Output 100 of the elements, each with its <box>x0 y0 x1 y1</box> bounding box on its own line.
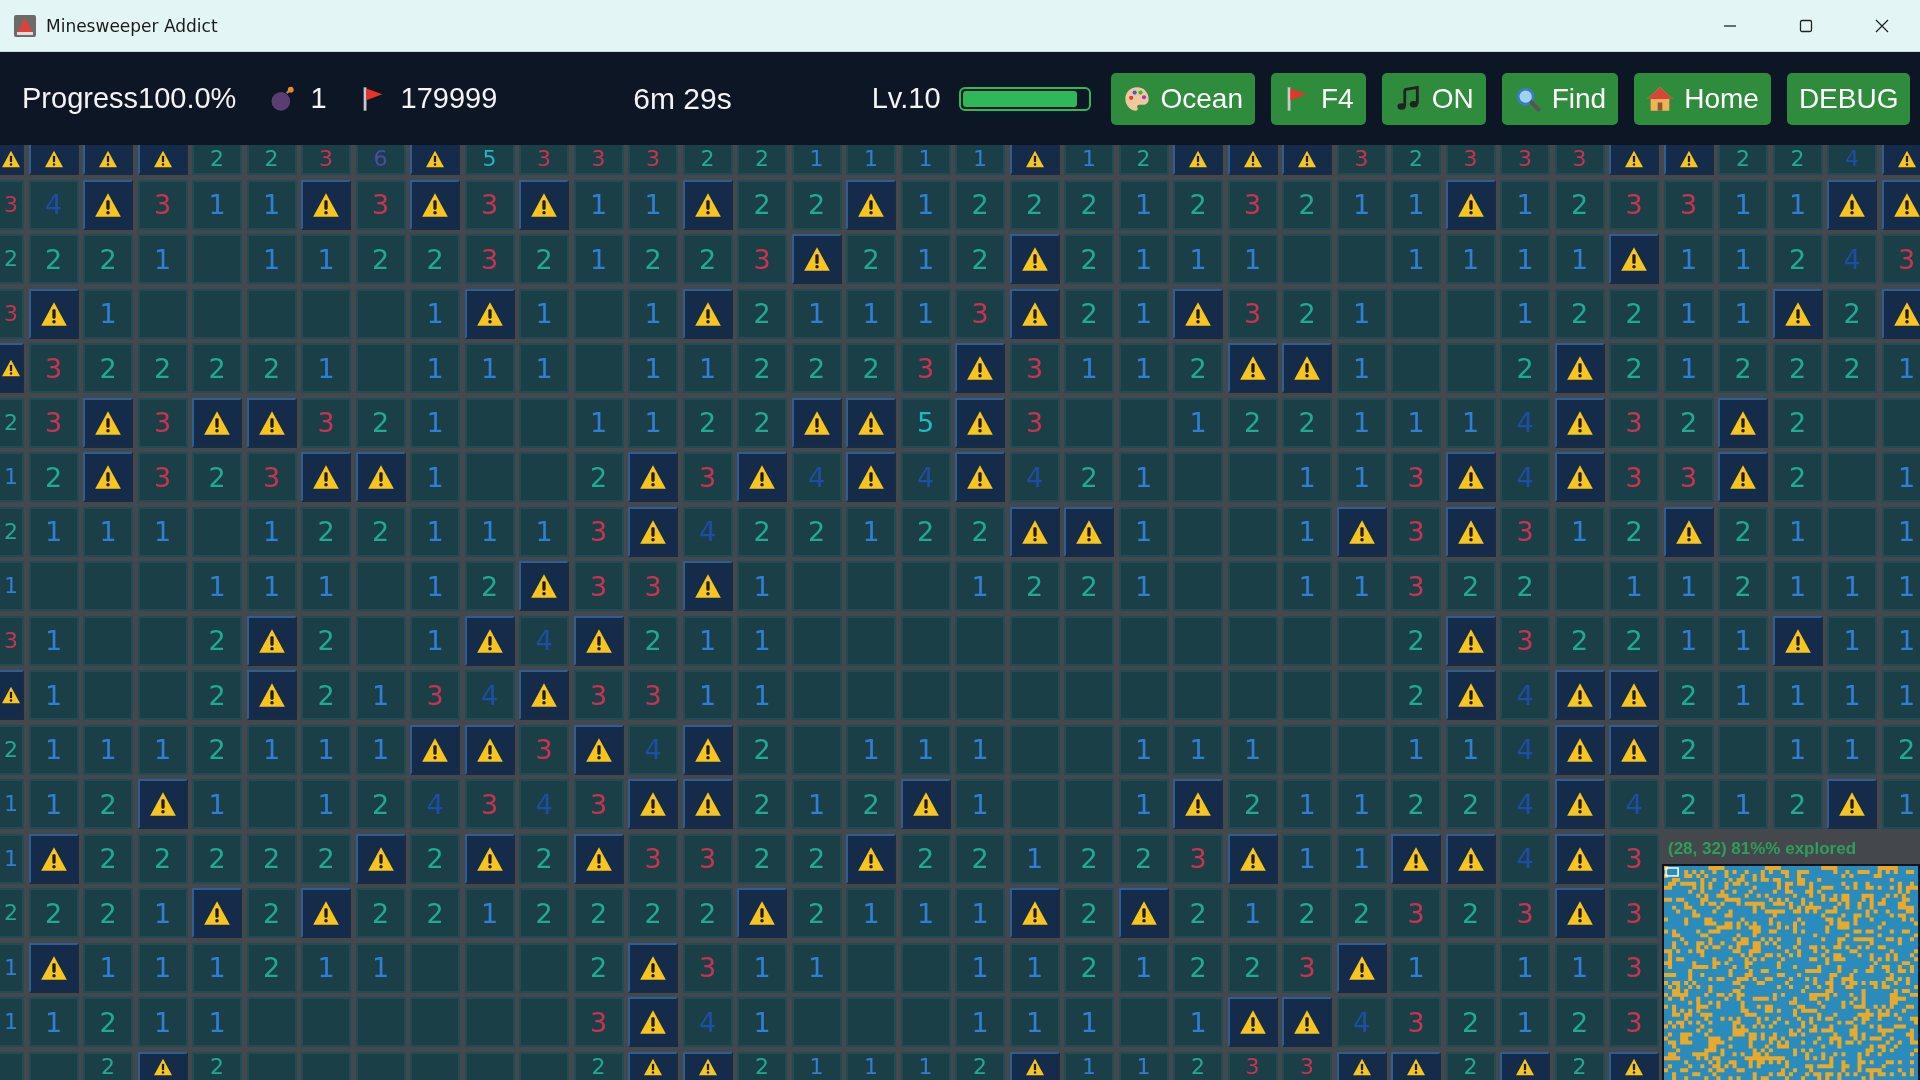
number-cell[interactable]: 2 <box>192 1051 242 1080</box>
empty-cell[interactable] <box>1173 506 1223 557</box>
mine-cell[interactable] <box>682 1051 733 1080</box>
mine-cell[interactable] <box>955 397 1005 448</box>
number-cell[interactable]: 1 <box>1336 179 1387 230</box>
number-cell[interactable]: 1 <box>83 506 133 557</box>
number-cell[interactable]: 1 <box>28 779 79 829</box>
empty-cell[interactable] <box>519 397 569 448</box>
number-cell[interactable]: 3 <box>355 179 406 230</box>
number-cell[interactable]: 1 <box>1772 506 1823 557</box>
theme-button[interactable]: Ocean <box>1110 72 1255 125</box>
number-cell[interactable]: 1 <box>1118 942 1169 993</box>
mine-cell[interactable] <box>1173 145 1223 175</box>
number-cell[interactable]: 4 <box>1500 670 1550 720</box>
number-cell[interactable]: 1 <box>410 397 460 448</box>
empty-cell[interactable] <box>1227 561 1278 611</box>
number-cell[interactable]: 1 <box>1227 888 1278 938</box>
number-cell[interactable]: 2 <box>900 506 951 557</box>
empty-cell[interactable] <box>1064 779 1114 829</box>
number-cell[interactable]: 1 <box>1173 234 1223 284</box>
number-cell[interactable]: 1 <box>1772 179 1823 230</box>
mine-cell[interactable] <box>1827 779 1877 829</box>
number-cell[interactable]: 1 <box>464 888 515 938</box>
mine-cell[interactable] <box>1009 506 1060 557</box>
number-cell[interactable]: 4 <box>1827 145 1877 175</box>
number-cell[interactable]: 4 <box>464 670 515 720</box>
mine-cell[interactable] <box>1173 288 1223 339</box>
number-cell[interactable]: 1 <box>791 145 842 175</box>
number-cell[interactable]: 2 <box>791 833 842 884</box>
mine-cell[interactable] <box>410 145 460 175</box>
number-cell[interactable]: 1 <box>1009 997 1060 1047</box>
number-cell[interactable]: 1 <box>246 179 297 230</box>
number-cell[interactable]: 3 <box>573 506 624 557</box>
number-cell[interactable]: 2 <box>192 833 242 884</box>
number-cell[interactable]: 1 <box>410 561 460 611</box>
number-cell[interactable]: 1 <box>192 997 242 1047</box>
number-cell[interactable]: 3 <box>1391 452 1441 502</box>
number-cell[interactable]: 3 <box>1881 234 1920 284</box>
number-cell[interactable]: 1 <box>355 670 406 720</box>
empty-cell[interactable] <box>192 506 242 557</box>
empty-cell[interactable] <box>519 1051 569 1080</box>
number-cell[interactable]: 2 <box>1173 1051 1223 1080</box>
mine-cell[interactable] <box>1282 145 1332 175</box>
number-cell[interactable]: 2 <box>1609 506 1659 557</box>
number-cell[interactable]: 2 <box>1391 670 1441 720</box>
empty-cell[interactable] <box>464 452 515 502</box>
number-cell[interactable]: 6 <box>355 145 406 175</box>
number-cell[interactable]: 2 <box>1663 724 1714 775</box>
number-cell[interactable]: 3 <box>1554 145 1605 175</box>
number-cell[interactable]: 1 <box>301 234 351 284</box>
empty-cell[interactable] <box>573 343 624 393</box>
mine-cell[interactable] <box>464 615 515 666</box>
number-cell[interactable]: 2 <box>1718 506 1768 557</box>
number-cell[interactable]: 2 <box>28 234 79 284</box>
empty-cell[interactable] <box>246 288 297 339</box>
number-cell[interactable]: 3 <box>1391 997 1441 1047</box>
mine-cell[interactable] <box>1827 179 1877 230</box>
mine-cell[interactable] <box>464 833 515 884</box>
number-cell[interactable]: 1 <box>1718 288 1768 339</box>
number-cell[interactable]: 2 <box>737 506 787 557</box>
number-cell[interactable]: 2 <box>1064 234 1114 284</box>
empty-cell[interactable] <box>1118 670 1169 720</box>
number-cell[interactable]: 3 <box>1609 888 1659 938</box>
number-cell[interactable]: 1 <box>1718 615 1768 666</box>
number-cell[interactable]: 1 <box>1336 397 1387 448</box>
number-cell[interactable]: 2 <box>0 888 24 938</box>
empty-cell[interactable] <box>1391 343 1441 393</box>
mine-cell[interactable] <box>83 179 133 230</box>
number-cell[interactable]: 1 <box>737 615 787 666</box>
number-cell[interactable]: 2 <box>1609 288 1659 339</box>
number-cell[interactable]: 4 <box>1500 833 1550 884</box>
empty-cell[interactable] <box>1336 724 1387 775</box>
number-cell[interactable]: 2 <box>137 343 188 393</box>
empty-cell[interactable] <box>137 615 188 666</box>
number-cell[interactable]: 2 <box>1718 561 1768 611</box>
number-cell[interactable]: 3 <box>1227 179 1278 230</box>
number-cell[interactable]: 2 <box>1881 724 1920 775</box>
number-cell[interactable]: 2 <box>1391 615 1441 666</box>
number-cell[interactable]: 1 <box>628 397 678 448</box>
number-cell[interactable]: 2 <box>791 888 842 938</box>
number-cell[interactable]: 1 <box>1118 343 1169 393</box>
mine-cell[interactable] <box>955 343 1005 393</box>
mine-cell[interactable] <box>791 397 842 448</box>
number-cell[interactable]: 2 <box>1009 179 1060 230</box>
number-cell[interactable]: 2 <box>1718 145 1768 175</box>
number-cell[interactable]: 1 <box>1500 942 1550 993</box>
number-cell[interactable]: 1 <box>355 942 406 993</box>
number-cell[interactable]: 1 <box>1118 561 1169 611</box>
number-cell[interactable]: 2 <box>1772 397 1823 448</box>
number-cell[interactable]: 3 <box>1500 506 1550 557</box>
empty-cell[interactable] <box>1173 670 1223 720</box>
number-cell[interactable]: 3 <box>0 288 24 339</box>
mine-cell[interactable] <box>1554 343 1605 393</box>
number-cell[interactable]: 1 <box>1663 561 1714 611</box>
empty-cell[interactable] <box>1554 561 1605 611</box>
mine-cell[interactable] <box>1445 179 1496 230</box>
number-cell[interactable]: 2 <box>573 1051 624 1080</box>
mine-cell[interactable] <box>301 179 351 230</box>
mine-cell[interactable] <box>682 288 733 339</box>
number-cell[interactable]: 1 <box>28 997 79 1047</box>
